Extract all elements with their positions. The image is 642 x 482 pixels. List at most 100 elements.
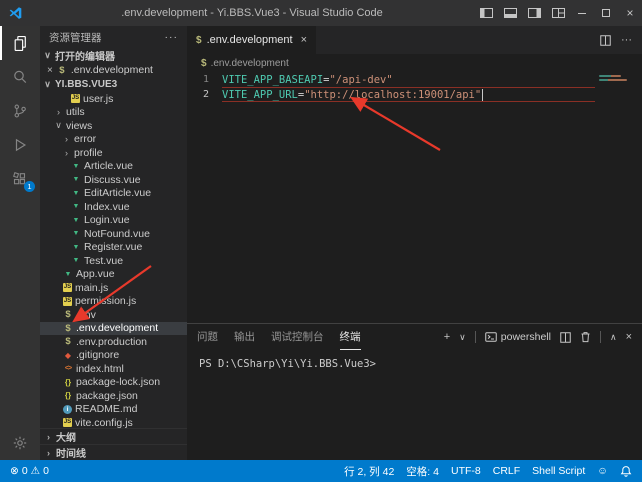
notifications-bell-icon[interactable] [620, 465, 632, 477]
tab-env-development[interactable]: $ .env.development × [187, 26, 316, 54]
open-editors-header[interactable]: ∨ 打开的编辑器 [40, 48, 187, 63]
breadcrumb[interactable]: $ .env.development [187, 54, 642, 72]
explorer-icon[interactable] [0, 26, 40, 60]
maximize-panel-icon[interactable]: ∧ [610, 332, 617, 343]
panel-tab-终端[interactable]: 终端 [340, 324, 361, 350]
env-file-icon: $ [57, 65, 67, 76]
problems-status[interactable]: ⊗ 0 ⚠ 0 [10, 465, 49, 477]
close-tab-icon[interactable]: × [301, 34, 307, 46]
tree-item-label: README.md [75, 403, 137, 415]
code-editor[interactable]: 1VITE_APP_BASEAPI="/api-dev"2VITE_APP_UR… [187, 72, 642, 323]
tree-item-Index.vue[interactable]: ▼Index.vue [40, 200, 187, 214]
source-control-icon[interactable] [0, 94, 40, 128]
tree-item-Article.vue[interactable]: ▼Article.vue [40, 160, 187, 174]
tree-item-package-lock.json[interactable]: {}package-lock.json [40, 376, 187, 390]
tree-item-permission.js[interactable]: JSpermission.js [40, 295, 187, 309]
tree-item-App.vue[interactable]: ▼App.vue [40, 268, 187, 282]
minimize-button[interactable] [570, 0, 594, 26]
text-cursor [482, 89, 483, 101]
tree-item-.gitignore[interactable]: ◆.gitignore [40, 349, 187, 363]
js-file-icon: JS [63, 297, 72, 306]
env-file-icon: $ [63, 336, 73, 347]
search-icon[interactable] [0, 60, 40, 94]
tree-item-main.js[interactable]: JSmain.js [40, 281, 187, 295]
panel-tab-调试控制台[interactable]: 调试控制台 [271, 324, 324, 350]
tree-item-error[interactable]: ›error [40, 133, 187, 147]
run-debug-icon[interactable] [0, 128, 40, 162]
feedback-smiley-icon[interactable]: ☺ [597, 465, 608, 477]
json-file-icon: {} [63, 391, 73, 400]
tree-item-index.html[interactable]: <>index.html [40, 362, 187, 376]
tree-item-user.js[interactable]: JSuser.js [40, 92, 187, 106]
extensions-icon[interactable]: 1 [0, 162, 40, 196]
tree-item-EditArticle.vue[interactable]: ▼EditArticle.vue [40, 187, 187, 201]
tree-item-views[interactable]: ∨views [40, 119, 187, 133]
eol-status[interactable]: CRLF [493, 465, 520, 477]
kill-terminal-trash-icon[interactable] [580, 331, 591, 343]
terminal-output[interactable]: PS D:\CSharp\Yi\Yi.BBS.Vue3> [187, 350, 642, 460]
tree-item-utils[interactable]: ›utils [40, 106, 187, 120]
split-terminal-icon[interactable] [560, 332, 571, 343]
settings-gear-icon[interactable] [0, 426, 40, 460]
project-root-header[interactable]: ∨ YI.BBS.VUE3 [40, 77, 187, 92]
tree-item-NotFound.vue[interactable]: ▼NotFound.vue [40, 227, 187, 241]
open-editors-label: 打开的编辑器 [55, 48, 115, 63]
indentation-status[interactable]: 空格: 4 [406, 464, 439, 479]
encoding-status[interactable]: UTF-8 [451, 465, 481, 477]
code-line-1[interactable]: 1VITE_APP_BASEAPI="/api-dev" [187, 72, 642, 87]
js-file-icon: JS [63, 283, 72, 292]
maximize-button[interactable] [594, 0, 618, 26]
tree-item-.env.development[interactable]: $.env.development [40, 322, 187, 336]
open-editor-item[interactable]: × $ .env.development [40, 63, 187, 77]
toggle-sidebar-icon[interactable] [474, 0, 498, 26]
minimap[interactable] [596, 72, 642, 323]
tree-item-profile[interactable]: ›profile [40, 146, 187, 160]
close-panel-icon[interactable]: × [626, 331, 632, 343]
tree-item-label: index.html [76, 363, 124, 375]
chevron-down-icon: ∨ [43, 50, 52, 61]
explorer-sidebar: 资源管理器 ··· ∨ 打开的编辑器 × $ .env.development … [40, 26, 187, 460]
tree-item-.env.production[interactable]: $.env.production [40, 335, 187, 349]
tab-label: .env.development [207, 34, 293, 46]
sidebar-more-actions-icon[interactable]: ··· [165, 31, 179, 43]
tree-item-package.json[interactable]: {}package.json [40, 389, 187, 403]
tree-item-Discuss.vue[interactable]: ▼Discuss.vue [40, 173, 187, 187]
language-mode-status[interactable]: Shell Script [532, 465, 585, 477]
tree-item-Login.vue[interactable]: ▼Login.vue [40, 214, 187, 228]
toggle-secondary-sidebar-icon[interactable] [522, 0, 546, 26]
outline-section-header[interactable]: › 大纲 [40, 428, 187, 444]
warnings-icon: ⚠ [31, 465, 40, 477]
vue-file-icon: ▼ [71, 203, 81, 210]
tree-item-label: NotFound.vue [84, 228, 150, 240]
toggle-panel-icon[interactable] [498, 0, 522, 26]
panel-tab-问题[interactable]: 问题 [197, 324, 218, 350]
tree-item-label: vite.config.js [75, 417, 133, 428]
split-editor-icon[interactable] [600, 35, 611, 46]
customize-layout-icon[interactable] [546, 0, 570, 26]
divider [600, 331, 601, 343]
warnings-count: 0 [43, 465, 49, 477]
sidebar-title-row: 资源管理器 ··· [40, 26, 187, 48]
terminal-dropdown-chevron-icon[interactable]: ∨ [459, 332, 466, 343]
tree-item-.env[interactable]: $.env [40, 308, 187, 322]
chevron-right-icon: › [54, 107, 63, 117]
more-editor-actions-icon[interactable]: ··· [621, 34, 632, 46]
tree-item-label: Discuss.vue [84, 174, 141, 186]
timeline-section-header[interactable]: › 时间线 [40, 444, 187, 460]
code-line-2[interactable]: 2VITE_APP_URL="http://localhost:19001/ap… [187, 87, 642, 102]
tree-item-vite.config.js[interactable]: JSvite.config.js [40, 416, 187, 428]
extensions-badge: 1 [24, 181, 35, 192]
tree-item-README.md[interactable]: iREADME.md [40, 403, 187, 417]
tree-item-label: views [66, 120, 92, 132]
tree-item-Register.vue[interactable]: ▼Register.vue [40, 241, 187, 255]
tree-item-Test.vue[interactable]: ▼Test.vue [40, 254, 187, 268]
vue-file-icon: ▼ [71, 230, 81, 237]
cursor-position-status[interactable]: 行 2, 列 42 [344, 464, 394, 479]
close-editor-icon[interactable]: × [47, 65, 53, 76]
tree-item-label: main.js [75, 282, 108, 294]
panel-tab-输出[interactable]: 输出 [234, 324, 255, 350]
vscode-window: .env.development - Yi.BBS.Vue3 - Visual … [0, 0, 642, 482]
new-terminal-icon[interactable]: + [444, 331, 450, 343]
close-window-button[interactable]: × [618, 0, 642, 26]
terminal-tab-powershell[interactable]: powershell [485, 331, 551, 343]
